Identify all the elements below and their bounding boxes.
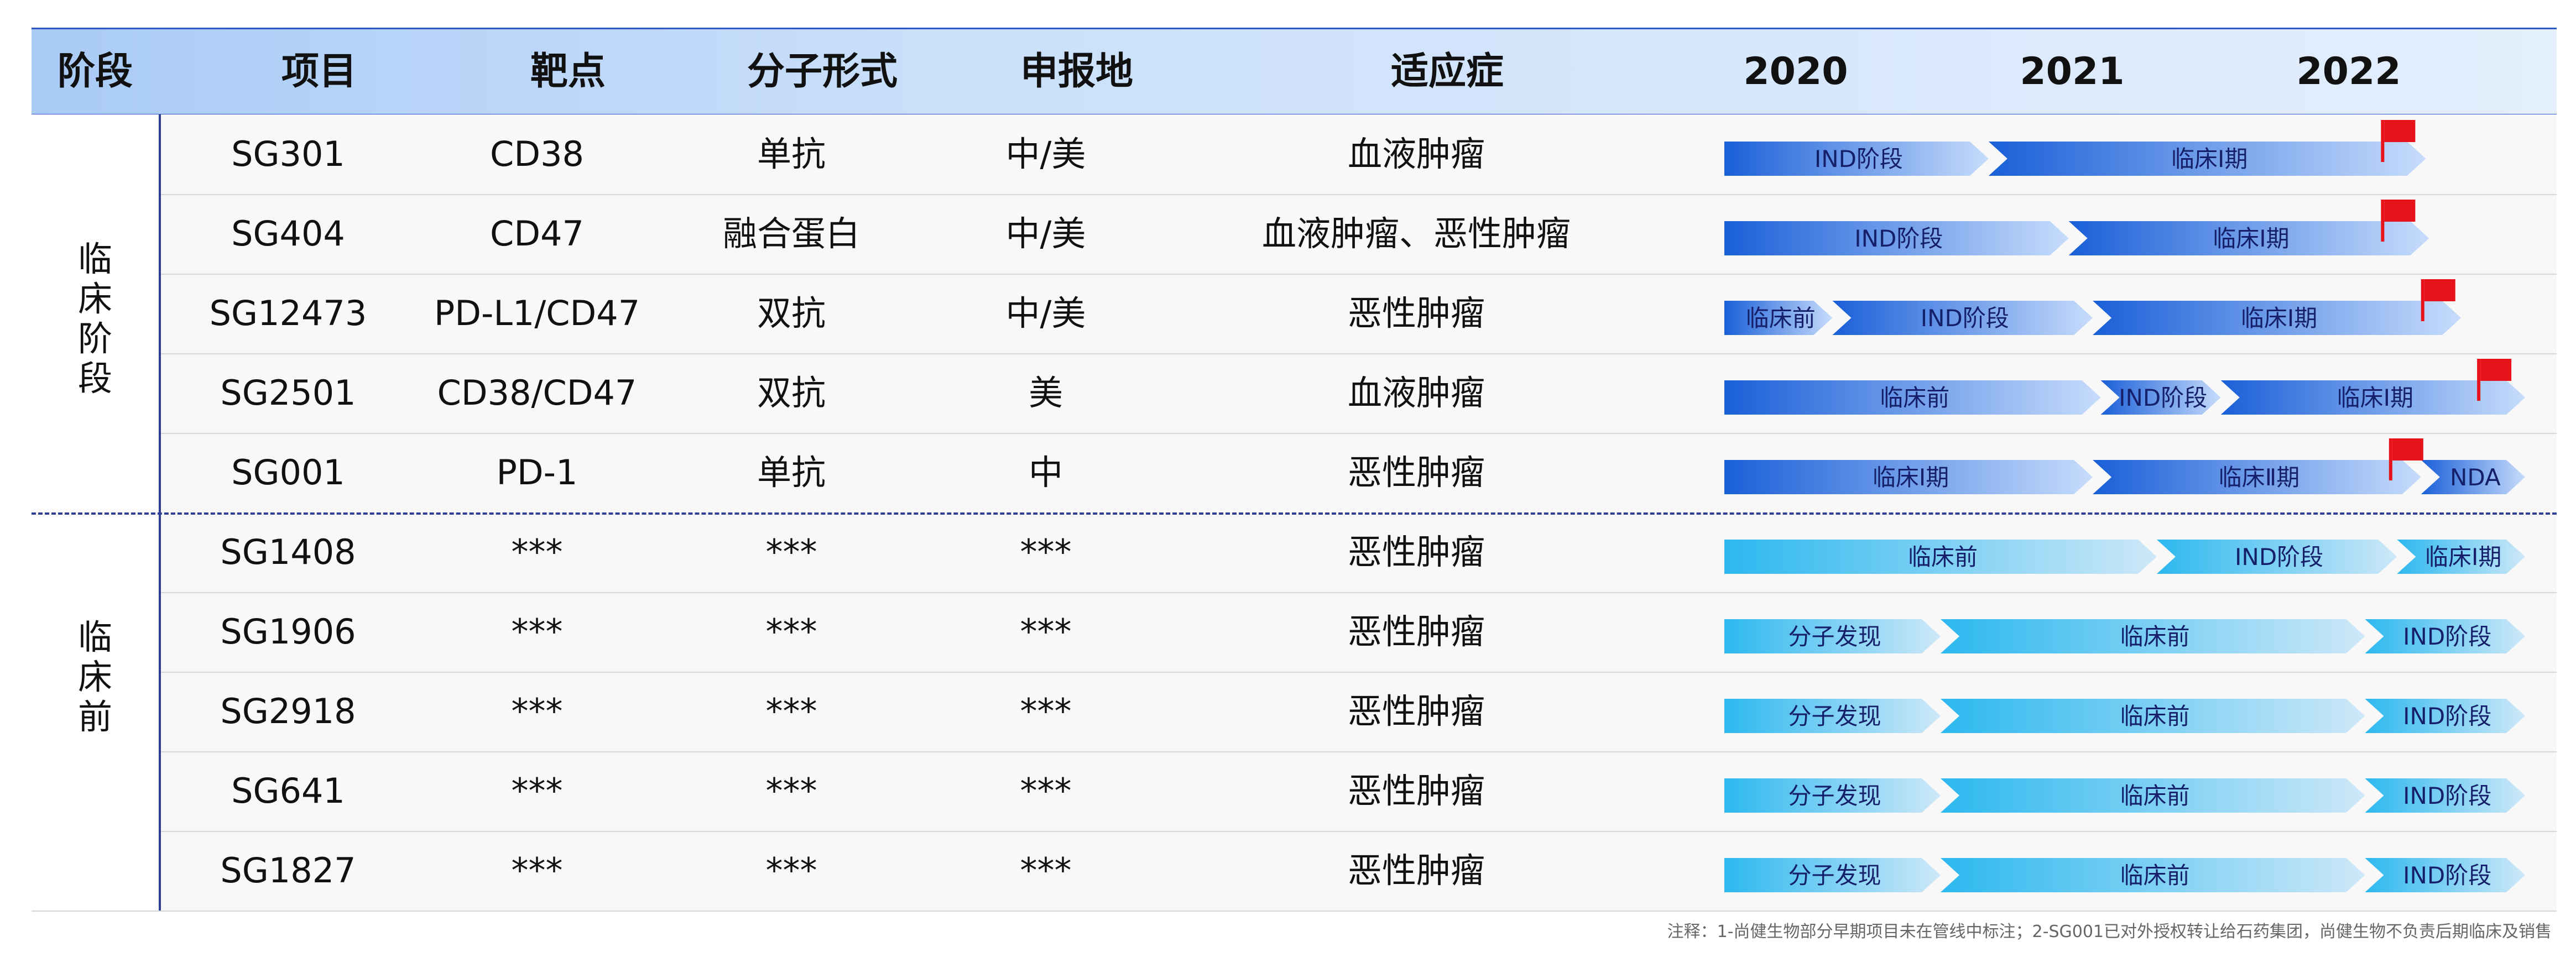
timeline-segment-label: 临床Ⅰ期 <box>2425 543 2501 571</box>
footnote: 注释：1-尚健生物部分早期项目未在管线中标注；2-SG001已对外授权转让给石药… <box>1667 922 2552 941</box>
timeline-segment-label: IND阶段 <box>1921 305 2009 332</box>
timeline-segment-label: 临床前 <box>1880 384 1949 411</box>
timeline-segment-label: 临床Ⅰ期 <box>2241 305 2317 332</box>
timeline-segment-label: 分子发现 <box>1788 862 1881 889</box>
timeline-segment-label: 临床前 <box>2120 703 2190 730</box>
timeline-segment-label: 分子发现 <box>1788 703 1881 730</box>
timeline-segment-label: IND阶段 <box>2403 782 2491 809</box>
timeline-segment-label: 临床前 <box>1908 543 1978 571</box>
milestone-flag-pole <box>2381 120 2385 162</box>
milestone-flag-pole <box>2389 438 2392 480</box>
timeline-segment-label: 临床Ⅰ期 <box>2213 225 2289 252</box>
timeline-segment-label: IND阶段 <box>2403 703 2491 730</box>
timeline-segment-label: 临床前 <box>1746 305 1816 332</box>
milestone-flag-icon <box>2480 359 2512 381</box>
milestone-flag-icon <box>2424 279 2455 301</box>
timeline-segment-label: 临床前 <box>2120 862 2190 889</box>
timeline-segment-label: 临床Ⅰ期 <box>2171 145 2248 172</box>
milestone-flag-icon <box>2384 120 2416 142</box>
milestone-flag-pole <box>2477 359 2481 401</box>
timeline-segment-label: IND阶段 <box>2403 862 2491 889</box>
milestone-flag-pole <box>2421 279 2424 321</box>
timeline-chart: IND阶段 临床Ⅰ期IND阶段 临床Ⅰ期临床前 IND阶段 临床Ⅰ期临床前 IND阶段 临床… <box>1724 120 2525 892</box>
timeline-segment-label: IND阶段 <box>2119 384 2207 411</box>
timeline-segment-label: 临床Ⅰ期 <box>1873 464 1949 491</box>
timeline-segment-label: 临床Ⅱ期 <box>2219 464 2300 491</box>
timeline-segment-label: 临床前 <box>2120 782 2190 809</box>
timeline-segment-label: 分子发现 <box>1788 782 1881 809</box>
timeline-segment-label: 临床Ⅰ期 <box>2337 384 2413 411</box>
milestone-flag-icon <box>2392 438 2423 461</box>
timeline-segment-label: IND阶段 <box>1854 225 1943 252</box>
timeline-segment-label: 临床前 <box>2120 623 2190 650</box>
timeline-segment-label: IND阶段 <box>2235 543 2323 571</box>
timeline-segment-label: NDA <box>2450 464 2501 491</box>
milestone-flag-icon <box>2384 200 2416 222</box>
milestone-flag-pole <box>2381 200 2385 242</box>
timeline-segment-label: IND阶段 <box>2403 623 2491 650</box>
timeline-segment-label: IND阶段 <box>1814 145 1903 172</box>
timeline-segment-label: 分子发现 <box>1788 623 1881 650</box>
